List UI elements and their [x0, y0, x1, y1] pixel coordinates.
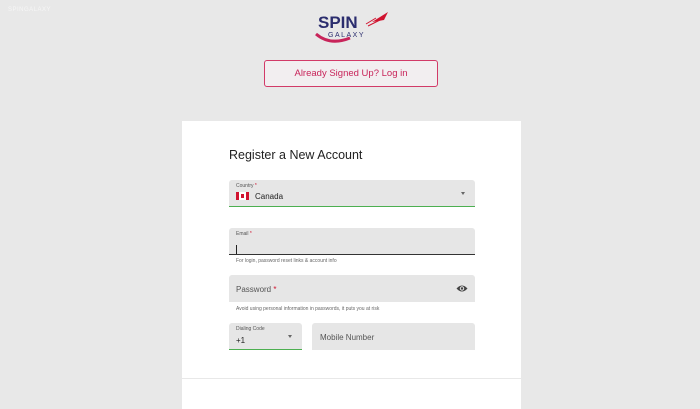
logo-word-spin: SPIN	[318, 13, 358, 32]
country-value: Canada	[255, 192, 284, 201]
chevron-down-icon[interactable]	[288, 335, 292, 338]
dialing-code-value: +1	[236, 336, 246, 345]
spin-galaxy-logo[interactable]: SPIN GALAXY	[308, 8, 394, 44]
password-field[interactable]: Password *	[229, 275, 475, 302]
email-field[interactable]: Email *	[229, 228, 475, 255]
password-label: Password *	[236, 285, 277, 294]
country-select[interactable]: Country * Canada	[229, 180, 475, 207]
secondary-card	[182, 379, 521, 409]
text-cursor	[236, 245, 237, 254]
country-label: Country *	[236, 183, 257, 189]
chevron-down-icon[interactable]	[461, 192, 465, 195]
mobile-number-input[interactable]: Mobile Number	[312, 323, 475, 350]
logo-word-galaxy: GALAXY	[328, 32, 365, 39]
registration-card: Register a New Account Country * Canada …	[182, 121, 521, 378]
password-hint: Avoid using personal information in pass…	[236, 306, 380, 312]
email-hint: For login, password reset links & accoun…	[236, 258, 337, 264]
canada-flag-icon	[236, 192, 249, 200]
form-title: Register a New Account	[229, 148, 363, 162]
corner-watermark: SPINGALAXY	[8, 7, 52, 13]
mobile-number-placeholder: Mobile Number	[320, 333, 375, 342]
dialing-code-label: Dialing Code	[236, 326, 265, 332]
email-label: Email *	[236, 231, 252, 237]
dialing-code-select[interactable]: Dialing Code +1	[229, 323, 302, 350]
login-button[interactable]: Already Signed Up? Log in	[264, 60, 438, 87]
eye-icon[interactable]	[456, 284, 468, 293]
